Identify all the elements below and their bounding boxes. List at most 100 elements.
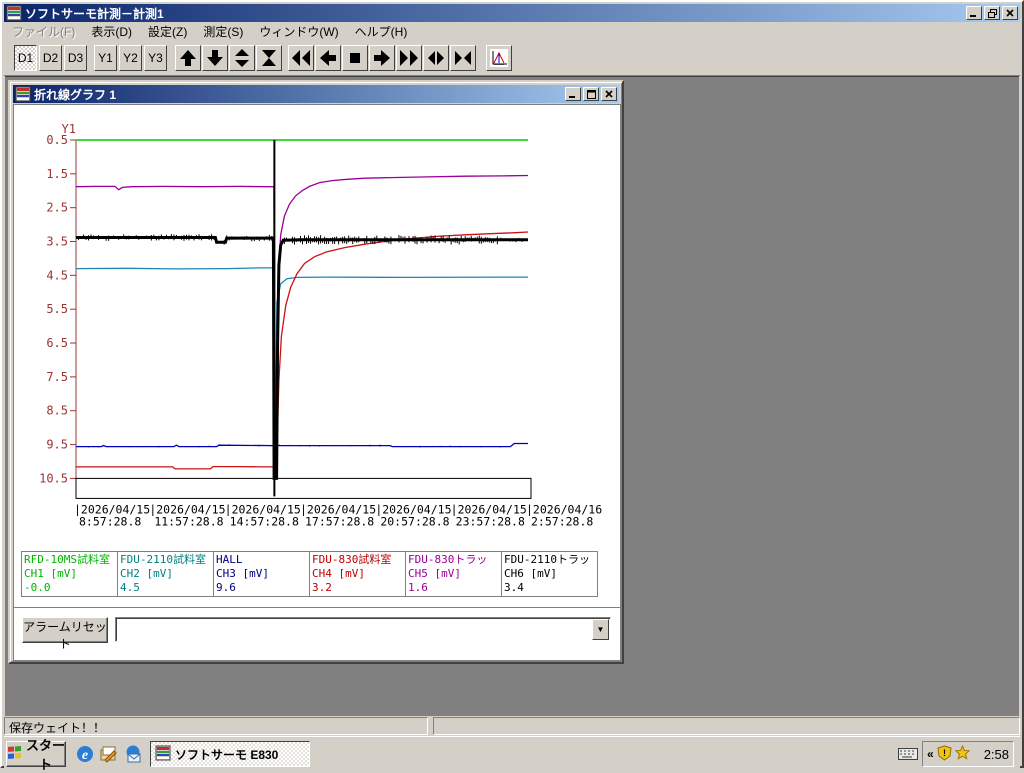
keyboard-icon[interactable]	[898, 745, 918, 763]
system-tray: « ! 2:58	[922, 741, 1014, 767]
legend-cell-ch3: HALL CH3 [mV] 9.6	[213, 551, 310, 597]
menu-view[interactable]: 表示(D)	[83, 22, 140, 41]
restore-button[interactable]	[984, 6, 1000, 20]
y-tick-label: 6.5	[46, 336, 68, 350]
toolbar-d3-button[interactable]: D3	[64, 45, 87, 71]
expand-horizontal-icon[interactable]	[423, 45, 449, 71]
legend-device: HALL	[216, 553, 243, 566]
alarm-combobox[interactable]: ▼	[115, 617, 611, 642]
legend-cell-ch1: RFD-10MS試料室 CH1 [mV] -0.0	[21, 551, 118, 597]
taskbar: スタート e ソフトサーモ E830 « ! 2:58	[4, 736, 1020, 772]
chart-icon[interactable]	[486, 45, 512, 71]
app-titlebar: ソフトサーモ計測－計測1	[4, 4, 1020, 22]
menu-bar: ファイル(F) 表示(D) 設定(Z) 測定(S) ウィンドウ(W) ヘルプ(H…	[4, 22, 1020, 40]
app-window: ソフトサーモ計測－計測1 ファイル(F) 表示(D) 設定(Z) 測定(S) ウ…	[0, 0, 1024, 772]
security-shield-icon[interactable]: !	[937, 744, 952, 764]
outlook-express-icon[interactable]	[122, 743, 144, 765]
svg-text:!: !	[943, 748, 946, 758]
windows-logo-icon	[7, 745, 23, 763]
menu-help[interactable]: ヘルプ(H)	[347, 22, 416, 41]
panel-separator	[14, 607, 620, 609]
show-desktop-icon[interactable]	[98, 743, 120, 765]
graph-window-title: 折れ線グラフ 1	[34, 87, 117, 102]
y-tick-label: 0.5	[46, 133, 68, 147]
minimize-button[interactable]	[966, 6, 982, 20]
up-arrow-icon[interactable]	[175, 45, 201, 71]
legend-channel: CH5 [mV]	[408, 567, 461, 580]
x-tick-time: 8:57:28.8	[79, 514, 141, 528]
menu-window[interactable]: ウィンドウ(W)	[251, 22, 346, 41]
compress-horizontal-icon[interactable]	[450, 45, 476, 71]
alarm-reset-button[interactable]: アラームリセット	[22, 617, 108, 651]
legend-channel: CH1 [mV]	[24, 567, 77, 580]
status-bar: 保存ウェイト！！	[4, 716, 1020, 736]
y-tick-label: 9.5	[46, 438, 68, 452]
y-tick-label: 7.5	[46, 370, 68, 384]
graph-window-titlebar[interactable]: 折れ線グラフ 1	[13, 85, 619, 103]
series-CH5	[75, 174, 529, 476]
menu-file[interactable]: ファイル(F)	[4, 22, 83, 41]
series-CH2	[75, 267, 529, 474]
tray-chevron[interactable]: «	[927, 747, 934, 761]
series-CH6	[76, 236, 528, 480]
legend-channel: CH3 [mV]	[216, 567, 269, 580]
legend-device: RFD-10MS試料室	[24, 553, 110, 566]
status-empty-panel	[433, 717, 1020, 735]
compress-vertical-icon[interactable]	[256, 45, 282, 71]
y-tick-label: 5.5	[46, 302, 68, 316]
left-arrow-icon[interactable]	[315, 45, 341, 71]
graph-minimize-button[interactable]	[565, 87, 581, 101]
y-tick-label: 3.5	[46, 235, 68, 249]
toolbar: D1 D2 D3 Y1 Y2 Y3	[4, 40, 1020, 76]
toolbar-d2-button[interactable]: D2	[39, 45, 62, 71]
rewind-icon[interactable]	[288, 45, 314, 71]
expand-vertical-icon[interactable]	[229, 45, 255, 71]
legend-channel: CH4 [mV]	[312, 567, 365, 580]
legend-device: FDU-2110トラッ	[504, 553, 590, 566]
x-tick-time: 17:57:28.8	[305, 514, 374, 528]
mdi-area: 折れ線グラフ 1 Y1 0.5 1.5 2.5 3.5 4.5 5.5 6.5 7.5 8.5 9.…	[5, 76, 1019, 716]
start-button[interactable]: スタート	[6, 738, 66, 772]
stop-icon[interactable]	[342, 45, 368, 71]
channel-legend: RFD-10MS試料室 CH1 [mV] -0.0 FDU-2110試料室 CH…	[21, 551, 598, 597]
internet-explorer-icon[interactable]: e	[74, 743, 96, 765]
svg-text:e: e	[82, 748, 88, 763]
graph-client: Y1 0.5 1.5 2.5 3.5 4.5 5.5 6.5 7.5 8.5 9.5 10.5 |202…	[13, 104, 621, 661]
chevron-down-icon[interactable]: ▼	[592, 619, 609, 640]
start-label: スタート	[26, 738, 66, 772]
toolbar-y1-button[interactable]: Y1	[94, 45, 117, 71]
star-icon[interactable]	[954, 744, 971, 763]
menu-measure[interactable]: 測定(S)	[195, 22, 251, 41]
x-axis-box	[75, 477, 532, 499]
legend-cell-ch4: FDU-830試料室 CH4 [mV] 3.2	[309, 551, 406, 597]
legend-value: 4.5	[120, 581, 140, 594]
taskbar-task-softthermo[interactable]: ソフトサーモ E830	[150, 741, 310, 767]
x-tick-time: 23:57:28.8	[456, 514, 525, 528]
close-button[interactable]	[1002, 6, 1018, 20]
graph-window: 折れ線グラフ 1 Y1 0.5 1.5 2.5 3.5 4.5 5.5 6.5 7.5 8.5 9.…	[8, 80, 624, 664]
task-app-icon	[155, 745, 171, 764]
app-icon	[6, 5, 22, 21]
toolbar-d1-button[interactable]: D1	[14, 45, 37, 71]
graph-window-icon	[15, 86, 31, 102]
y-tick-label: 8.5	[46, 404, 68, 418]
plot-area: Y10.51.52.53.54.55.56.57.58.59.510.5|202…	[39, 122, 602, 528]
graph-close-button[interactable]	[601, 87, 617, 101]
graph-maximize-button[interactable]	[583, 87, 599, 101]
y-tick-label: 10.5	[39, 471, 68, 485]
down-arrow-icon[interactable]	[202, 45, 228, 71]
menu-settings[interactable]: 設定(Z)	[140, 22, 195, 41]
legend-value: 9.6	[216, 581, 236, 594]
toolbar-y2-button[interactable]: Y2	[119, 45, 142, 71]
legend-value: 3.2	[312, 581, 332, 594]
legend-device: FDU-830試料室	[312, 553, 392, 566]
app-title: ソフトサーモ計測－計測1	[25, 6, 164, 21]
fast-forward-icon[interactable]	[396, 45, 422, 71]
toolbar-y3-button[interactable]: Y3	[144, 45, 167, 71]
status-message-panel: 保存ウェイト！！	[4, 717, 428, 735]
right-arrow-icon[interactable]	[369, 45, 395, 71]
alarm-combobox-value[interactable]	[118, 620, 591, 639]
legend-value: -0.0	[24, 581, 51, 594]
y-tick-label: 1.5	[46, 167, 68, 181]
y-tick-label: 4.5	[46, 268, 68, 282]
